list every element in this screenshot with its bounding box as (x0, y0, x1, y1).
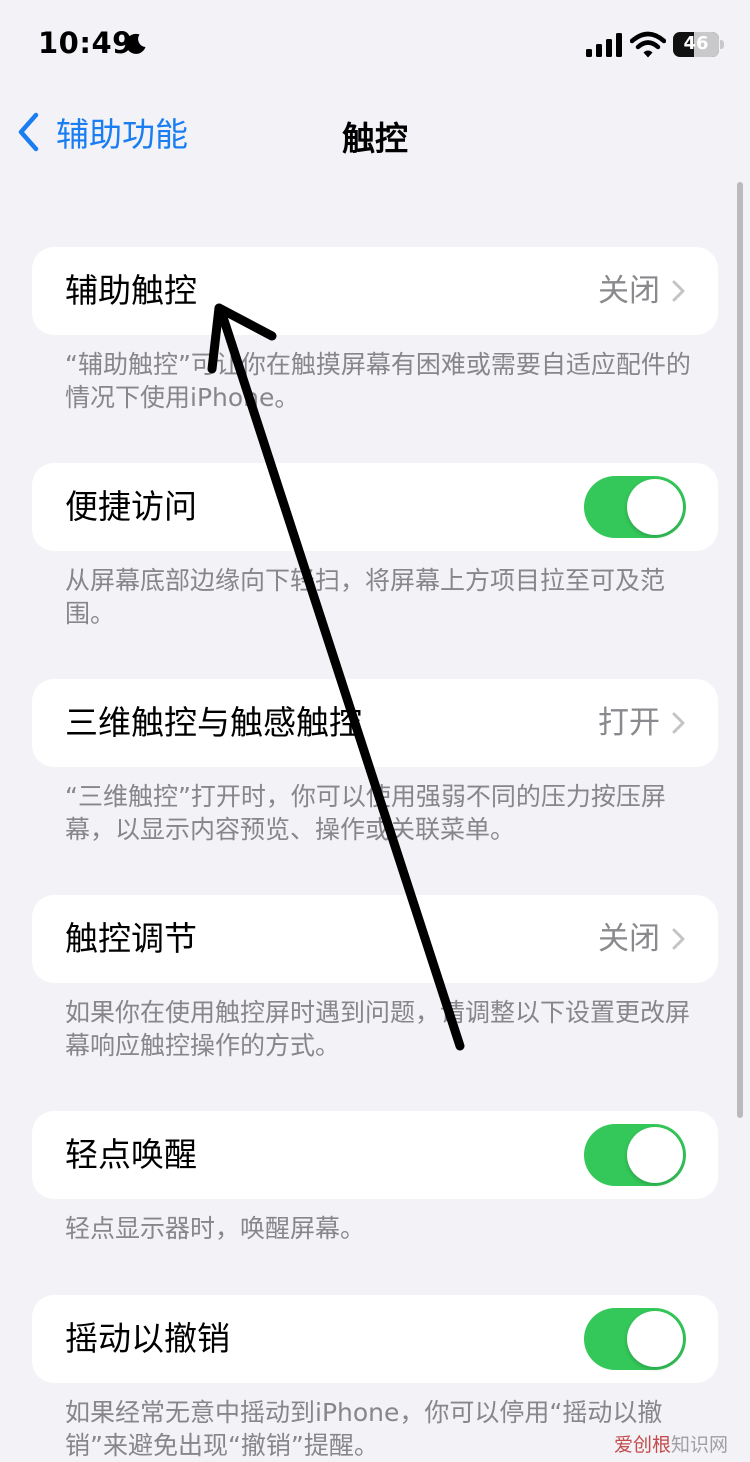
tap-to-wake-toggle[interactable] (584, 1124, 686, 1186)
touch-accommodations-row[interactable]: 触控调节 关闭 (32, 895, 718, 983)
row-value: 关闭 (598, 273, 660, 309)
scrollbar[interactable] (737, 182, 743, 1118)
chevron-right-icon (672, 712, 685, 734)
status-bar: 10:49 46 (0, 0, 750, 90)
watermark: 爱创根知识网 (614, 1430, 728, 1457)
row-description: “辅助触控”可让你在触摸屏幕有困难或需要自适应配件的情况下使用iPhone。 (65, 350, 691, 412)
page-title: 触控 (342, 119, 408, 158)
row-label: 轻点唤醒 (65, 1135, 197, 1174)
watermark-suffix: 知识网 (671, 1434, 729, 1456)
tap-to-wake-row: 轻点唤醒 (32, 1111, 718, 1199)
row-description: 如果你在使用触控屏时遇到问题，请调整以下设置更改屏幕响应触控操作的方式。 (65, 998, 691, 1060)
battery-icon: 46 (673, 32, 719, 57)
reachability-row: 便捷访问 (32, 463, 718, 551)
row-label: 触控调节 (65, 919, 197, 958)
shake-to-undo-toggle[interactable] (584, 1308, 686, 1370)
status-time: 10:49 (38, 26, 133, 60)
watermark-brand: 爱创根 (614, 1434, 672, 1456)
toggle-knob (627, 479, 683, 535)
shake-to-undo-row: 摇动以撤销 (32, 1295, 718, 1383)
row-label: 三维触控与触感触控 (65, 703, 362, 742)
navigation-bar: 辅助功能 触控 (0, 90, 750, 178)
row-label: 辅助触控 (65, 271, 197, 310)
toggle-knob (627, 1311, 683, 1367)
row-label: 摇动以撤销 (65, 1319, 230, 1358)
row-description: “三维触控”打开时，你可以使用强弱不同的压力按压屏幕，以显示内容预览、操作或关联… (65, 782, 666, 844)
row-value: 关闭 (598, 921, 660, 957)
assistive-touch-row[interactable]: 辅助触控 关闭 (32, 247, 718, 335)
row-value: 打开 (598, 705, 660, 741)
row-description: 从屏幕底部边缘向下轻扫，将屏幕上方项目拉至可及范围。 (65, 566, 666, 628)
row-label: 便捷访问 (65, 487, 197, 526)
chevron-right-icon (672, 280, 685, 302)
toggle-knob (627, 1127, 683, 1183)
reachability-toggle[interactable] (584, 476, 686, 538)
battery-tip (720, 40, 724, 49)
moon-icon (126, 33, 146, 54)
cellular-signal-icon (586, 33, 622, 57)
battery-level: 46 (683, 33, 709, 54)
row-description: 轻点显示器时，唤醒屏幕。 (65, 1214, 366, 1243)
chevron-right-icon (672, 928, 685, 950)
3d-haptic-touch-row[interactable]: 三维触控与触感触控 打开 (32, 679, 718, 767)
row-description: 如果经常无意中摇动到iPhone，你可以停用“摇动以撤销”来避免出现“撤销”提醒… (65, 1398, 663, 1460)
wifi-icon (630, 31, 666, 58)
